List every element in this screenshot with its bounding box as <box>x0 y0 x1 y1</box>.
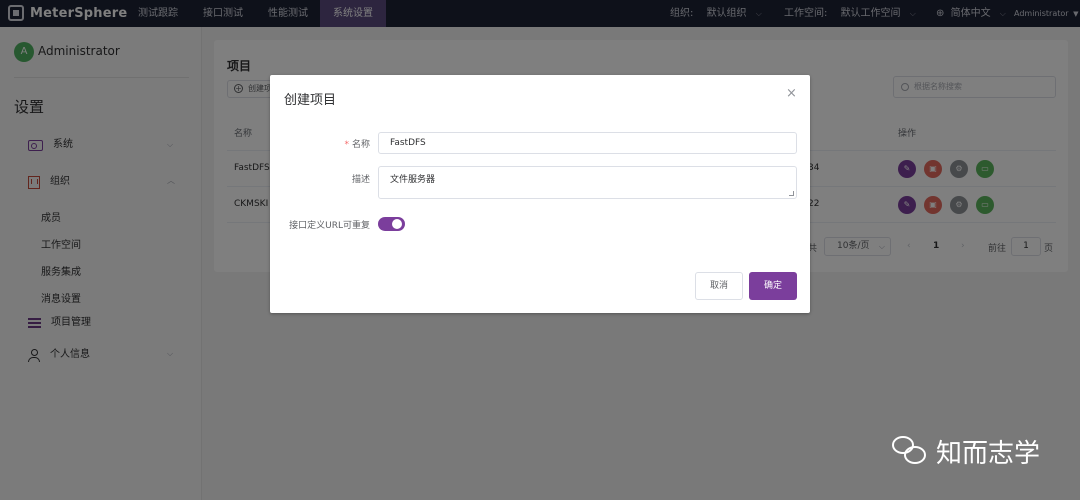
create-project-dialog: 创建项目 × * 名称 FastDFS 描述 文件服务器 接口定义URL可重复 取… <box>270 75 810 313</box>
name-field-label: * 名称 <box>290 137 370 150</box>
dialog-title: 创建项目 <box>284 93 337 108</box>
watermark-text: 知而志学 <box>936 439 1041 469</box>
resize-handle-icon[interactable] <box>789 191 794 196</box>
wechat-icon <box>892 434 928 470</box>
description-text: 文件服务器 <box>390 175 436 185</box>
project-description-textarea[interactable]: 文件服务器 <box>378 166 797 199</box>
repeatable-url-switch[interactable] <box>378 217 405 231</box>
cancel-button[interactable]: 取消 <box>695 272 743 300</box>
watermark: 知而志学 <box>892 433 1040 470</box>
required-mark: * <box>344 140 349 150</box>
switch-knob <box>392 219 402 229</box>
repeatable-url-label: 接口定义URL可重复 <box>289 221 370 231</box>
name-label-text: 名称 <box>351 140 370 150</box>
close-icon[interactable]: × <box>786 86 797 101</box>
confirm-button[interactable]: 确定 <box>749 272 797 300</box>
description-field-label: 描述 <box>351 175 370 185</box>
project-name-input[interactable]: FastDFS <box>378 132 797 154</box>
